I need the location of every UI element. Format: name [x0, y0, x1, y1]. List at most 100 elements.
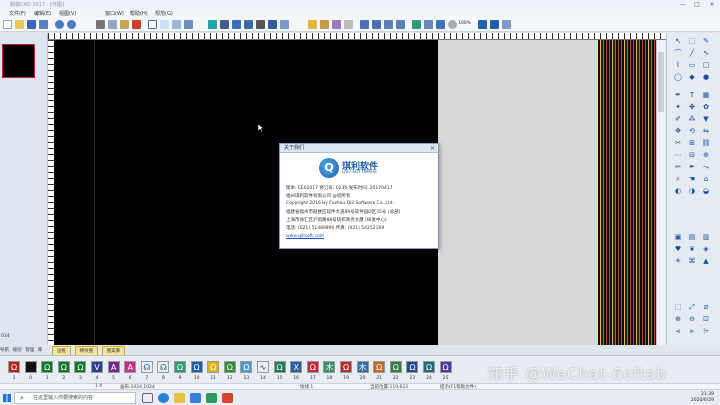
color-swatch[interactable]: V — [91, 361, 103, 373]
spray-icon[interactable]: ⁂ — [687, 115, 697, 124]
zoom-fit-icon[interactable] — [280, 20, 289, 29]
zoom-in-icon[interactable]: ⊕ — [673, 315, 683, 324]
color-swatch[interactable]: Ω — [8, 361, 20, 373]
color-swatch[interactable]: X — [290, 361, 303, 373]
rotate-icon[interactable] — [372, 20, 381, 29]
vertical-scrollbar[interactable] — [656, 40, 665, 345]
ruler-tool-icon[interactable]: ⊟ — [687, 151, 697, 160]
pencil-tool-icon[interactable]: ✏ — [673, 163, 683, 172]
store-icon[interactable] — [190, 393, 201, 403]
lib-heart-icon[interactable]: ♥ — [673, 245, 683, 254]
diamond-icon[interactable]: ◆ — [687, 73, 697, 82]
tab-library[interactable]: 库 — [38, 348, 43, 353]
pencil-icon[interactable] — [308, 20, 317, 29]
color-picker-icon[interactable] — [208, 20, 217, 29]
lib-knot-icon[interactable]: ⌘ — [687, 257, 697, 266]
pen-icon[interactable]: ✎ — [701, 37, 711, 46]
tab-manage[interactable]: 管理 — [25, 348, 34, 353]
cad-app-icon[interactable] — [206, 393, 217, 403]
color-swatch[interactable]: Ω — [240, 361, 253, 373]
color-swatch[interactable]: Ω — [223, 361, 236, 373]
tab-sewing[interactable]: 缝纫 — [13, 348, 22, 353]
skew-icon[interactable]: ⧄ — [701, 303, 711, 312]
select-arrow-icon[interactable]: ↖ — [673, 37, 683, 46]
lib-gem-icon[interactable]: ◈ — [701, 245, 711, 254]
pin-icon[interactable]: ⊕ — [701, 151, 711, 160]
system-clock[interactable]: 21:39 2020/6/29 — [691, 392, 714, 404]
align-left-icon[interactable]: ⫷ — [673, 327, 683, 336]
color-swatch[interactable]: A — [107, 361, 120, 373]
edge-browser-icon[interactable] — [158, 393, 169, 403]
arrow-up-icon[interactable] — [478, 20, 487, 29]
grid-tool-icon[interactable]: ▦ — [701, 91, 711, 100]
color-swatch[interactable]: Ω — [57, 361, 70, 373]
copy-icon[interactable] — [108, 20, 117, 29]
align-icon[interactable] — [384, 20, 393, 29]
website-link[interactable]: www.qilisoft.com — [286, 234, 324, 239]
settings-icon[interactable] — [184, 20, 193, 29]
fill-tool-icon[interactable]: ▼ — [701, 115, 711, 124]
color-swatch[interactable]: Ω — [190, 361, 203, 373]
color-swatch[interactable]: Ω — [174, 361, 186, 373]
lock-icon[interactable]: ⌂ — [701, 175, 711, 184]
preview-icon[interactable] — [436, 20, 445, 29]
tab-navigation[interactable]: 导航 — [0, 348, 9, 353]
zoom-out-icon[interactable]: ⊖ — [687, 315, 697, 324]
zoom-icon[interactable] — [448, 20, 457, 29]
align-right-icon[interactable]: ⩥ — [701, 327, 711, 336]
palette-icon[interactable] — [412, 20, 421, 29]
line-icon[interactable]: ╱ — [687, 49, 697, 58]
taskbar-search[interactable]: ⌕ 在这里输入你要搜索的内容 — [14, 392, 136, 404]
blend-icon[interactable]: ◐ — [673, 187, 683, 196]
save-as-icon[interactable] — [39, 20, 48, 29]
menu-view[interactable]: 视图(V) — [59, 10, 76, 17]
polyline-icon[interactable]: ⌇ — [673, 61, 683, 70]
lib-tree-icon[interactable]: ▲ — [701, 257, 711, 266]
brush-icon[interactable] — [220, 20, 229, 29]
color-swatch[interactable]: A — [124, 361, 137, 373]
color-swatch[interactable]: 木 — [323, 361, 336, 373]
sweep-icon[interactable]: ⤳ — [701, 163, 711, 172]
distribute-icon[interactable] — [396, 20, 405, 29]
brush-tool-icon[interactable]: ✐ — [673, 115, 683, 124]
color-swatch[interactable]: Ω — [423, 361, 435, 373]
layers-icon[interactable] — [256, 20, 265, 29]
lib-grid-icon[interactable]: ▥ — [701, 233, 711, 242]
minimize-button[interactable]: — — [676, 0, 690, 9]
image-icon[interactable] — [244, 20, 253, 29]
scrollbar-thumb[interactable] — [658, 52, 664, 112]
texture-icon[interactable] — [424, 20, 433, 29]
stitch-icon[interactable]: ⋯ — [673, 151, 683, 160]
lib-sun-icon[interactable]: ☀ — [673, 257, 683, 266]
rounded-rect-icon[interactable]: ▢ — [701, 61, 711, 70]
menu-spec[interactable]: 规范(G) — [155, 10, 173, 17]
close-button[interactable]: ✕ — [705, 0, 719, 9]
color-swatch[interactable]: ☊ — [157, 361, 170, 373]
task-view-icon[interactable] — [142, 393, 153, 403]
fill-icon[interactable] — [332, 20, 341, 29]
scale-icon[interactable]: ⤢ — [687, 303, 697, 312]
ellipse-icon[interactable]: ◯ — [673, 73, 683, 82]
color-swatch[interactable]: Ω — [373, 361, 386, 373]
eraser-icon[interactable] — [320, 20, 329, 29]
color-swatch[interactable]: Ω — [306, 361, 319, 373]
arrow-down-icon[interactable] — [490, 20, 499, 29]
chain-icon[interactable]: ⛓ — [701, 139, 711, 148]
flip-icon[interactable]: ⇋ — [701, 127, 711, 136]
circle-icon[interactable]: ● — [701, 73, 711, 82]
color-swatch[interactable]: ∿ — [257, 361, 269, 373]
cut-icon[interactable] — [96, 20, 105, 29]
color-swatch[interactable]: Ω — [273, 361, 286, 373]
delete-icon[interactable] — [132, 20, 141, 29]
blocks-icon[interactable] — [268, 20, 277, 29]
gradient-icon[interactable]: ◑ — [687, 187, 697, 196]
align-center-icon[interactable]: ⫸ — [687, 327, 697, 336]
pattern-tool-icon[interactable]: ✤ — [687, 103, 697, 112]
menu-edit[interactable]: 编辑(E) — [34, 10, 51, 17]
color-swatch[interactable]: Ω — [340, 361, 352, 373]
close-icon[interactable]: ✕ — [430, 144, 435, 153]
paste-icon[interactable] — [120, 20, 129, 29]
menu-file[interactable]: 文件(F) — [9, 10, 26, 17]
color-swatch[interactable] — [24, 361, 37, 373]
lib-leaf-icon[interactable]: ❦ — [687, 245, 697, 254]
